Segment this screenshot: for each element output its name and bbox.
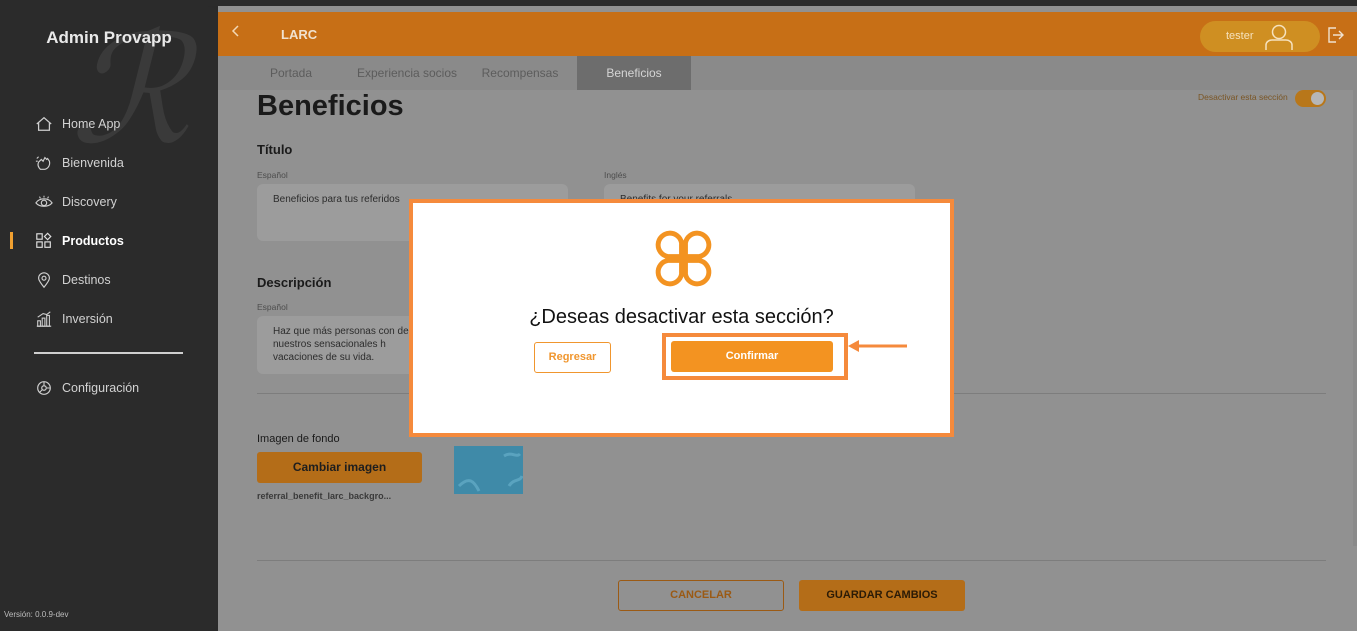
- arrow-left-icon: [845, 338, 909, 359]
- sidebar: ℛ Admin Provapp Home App Bienvenida Disc…: [0, 6, 218, 631]
- tab-portada[interactable]: Portada: [252, 56, 330, 90]
- clover-logo-icon: [654, 229, 713, 293]
- sidebar-item-label: Destinos: [62, 272, 111, 287]
- change-image-button[interactable]: Cambiar imagen: [257, 452, 422, 483]
- grid-icon: [34, 231, 54, 251]
- back-button[interactable]: Regresar: [534, 342, 611, 373]
- brand-title: Admin Provapp: [46, 28, 172, 47]
- titulo-heading: Título: [257, 142, 293, 157]
- titulo-en-label: Inglés: [604, 170, 627, 180]
- tab-bar: Portada Experiencia socios Recompensas B…: [218, 56, 1357, 90]
- wave-hand-icon: [34, 153, 54, 173]
- sidebar-divider: [34, 352, 183, 354]
- tab-recompensas[interactable]: Recompensas: [474, 56, 566, 90]
- tab-beneficios[interactable]: Beneficios: [577, 56, 691, 90]
- location-pin-icon: [34, 270, 54, 290]
- sidebar-item-label: Discovery: [62, 194, 117, 209]
- version-text: Versión: 0.0.9-dev: [4, 610, 69, 619]
- chevron-left-icon[interactable]: [230, 24, 242, 43]
- sidebar-item-home-app[interactable]: Home App: [0, 104, 218, 143]
- confirm-highlight-box: Confirmar: [662, 333, 848, 380]
- titulo-es-label: Español: [257, 170, 288, 180]
- descripcion-es-field[interactable]: Haz que más personas con de nuestros sen…: [257, 316, 417, 374]
- deactivate-label: Desactivar esta sección: [1198, 92, 1288, 102]
- footer-divider: [257, 560, 1326, 561]
- logout-icon[interactable]: [1326, 26, 1344, 49]
- page-title: Beneficios: [257, 90, 404, 122]
- descripcion-es-label: Español: [257, 302, 288, 312]
- dialog-question: ¿Deseas desactivar esta sección?: [529, 306, 834, 328]
- scrollbar[interactable]: [1353, 56, 1357, 546]
- sidebar-item-label: Productos: [62, 233, 124, 248]
- sidebar-item-bienvenida[interactable]: Bienvenida: [0, 143, 218, 182]
- sidebar-item-label: Bienvenida: [62, 155, 124, 170]
- chart-icon: [34, 309, 54, 329]
- sidebar-nav: Home App Bienvenida Discovery Productos …: [0, 104, 218, 407]
- sidebar-item-label: Home App: [62, 116, 121, 131]
- cancel-button[interactable]: CANCELAR: [618, 580, 784, 611]
- settings-icon: [34, 378, 54, 398]
- deactivate-toggle[interactable]: [1295, 90, 1326, 107]
- sidebar-item-productos[interactable]: Productos: [0, 221, 218, 260]
- home-icon: [34, 114, 54, 134]
- user-avatar-icon: [1264, 23, 1294, 56]
- user-menu[interactable]: tester: [1200, 21, 1320, 52]
- header-title: LARC: [281, 27, 318, 42]
- confirm-dialog: ¿Deseas desactivar esta sección? Regresa…: [409, 199, 954, 437]
- tab-experiencia-socios[interactable]: Experiencia socios: [348, 56, 466, 90]
- sidebar-item-inversion[interactable]: Inversión: [0, 299, 218, 338]
- image-label: Imagen de fondo: [257, 433, 340, 445]
- confirm-button[interactable]: Confirmar: [671, 341, 833, 372]
- image-filename: referral_benefit_larc_backgro...: [257, 491, 392, 501]
- eye-icon: [34, 192, 54, 212]
- top-header: LARC tester: [218, 12, 1357, 56]
- sidebar-item-label: Configuración: [62, 380, 140, 395]
- descripcion-heading: Descripción: [257, 275, 332, 290]
- sidebar-item-label: Inversión: [62, 311, 113, 326]
- user-name: tester: [1226, 30, 1254, 42]
- save-changes-button[interactable]: GUARDAR CAMBIOS: [799, 580, 965, 611]
- sidebar-item-discovery[interactable]: Discovery: [0, 182, 218, 221]
- background-image-thumbnail: [454, 446, 524, 494]
- sidebar-item-destinos[interactable]: Destinos: [0, 260, 218, 299]
- sidebar-item-configuracion[interactable]: Configuración: [0, 368, 218, 407]
